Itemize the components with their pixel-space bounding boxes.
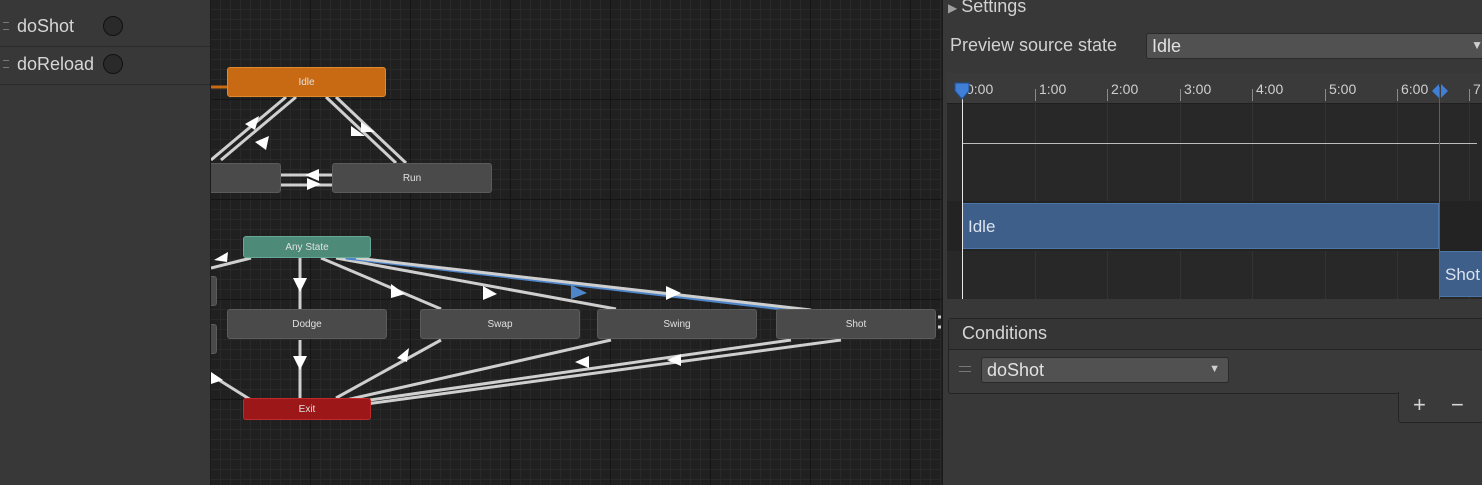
conditions-header: Conditions <box>949 319 1482 350</box>
state-node-any-state[interactable]: Any State <box>243 236 371 258</box>
state-node-run[interactable]: Run <box>332 163 492 193</box>
destination-clip-bar[interactable]: Shot <box>1439 251 1482 297</box>
chevron-down-icon: ▼ <box>1209 363 1220 375</box>
conditions-label: Conditions <box>962 323 1048 343</box>
state-node-swap[interactable]: Swap <box>420 309 580 339</box>
trigger-toggle[interactable] <box>103 16 123 36</box>
tick-label: 3:00 <box>1184 81 1212 97</box>
settings-foldout[interactable]: ▶ Settings <box>948 0 1026 17</box>
destination-clip-label: Shot <box>1445 265 1480 284</box>
state-node-walk[interactable] <box>211 163 281 193</box>
drag-handle-icon[interactable] <box>3 22 9 30</box>
parameter-row[interactable]: doShot <box>0 8 210 47</box>
source-clip-bar[interactable]: Idle <box>962 203 1439 249</box>
transition-timeline[interactable]: 0:00 1:00 2:00 3:00 4:00 5:00 6:00 7 Idl… <box>947 73 1482 299</box>
tick-label: 7 <box>1473 81 1481 97</box>
tick-label: 5:00 <box>1329 81 1357 97</box>
source-clip-label: Idle <box>968 217 996 236</box>
parameter-row[interactable]: doReload <box>0 46 210 85</box>
playhead-handle-icon[interactable] <box>954 82 970 100</box>
state-node-offscreen[interactable] <box>211 324 217 354</box>
conditions-list: Conditions doShot ▼ <box>948 318 1482 394</box>
tick-label: 0:00 <box>966 81 994 97</box>
drag-handle-icon[interactable] <box>3 60 9 68</box>
preview-source-value: Idle <box>1152 36 1182 56</box>
state-node-swing[interactable]: Swing <box>597 309 757 339</box>
condition-parameter-value: doShot <box>987 360 1045 380</box>
settings-label[interactable]: Settings <box>961 0 1026 16</box>
weight-curve <box>962 143 1477 144</box>
parameters-panel: doShot doReload <box>0 0 211 485</box>
add-condition-button[interactable]: + <box>1413 392 1426 418</box>
transition-range-handle-icon[interactable] <box>1431 83 1449 99</box>
foldout-arrow-icon[interactable]: ▶ <box>948 1 957 15</box>
playhead[interactable] <box>962 87 963 299</box>
condition-parameter-dropdown[interactable]: doShot ▼ <box>981 357 1229 383</box>
tick-label: 6:00 <box>1401 81 1429 97</box>
preview-source-label: Preview source state <box>950 35 1118 55</box>
remove-condition-button[interactable]: − <box>1451 392 1464 418</box>
conditions-footer: + − <box>1398 392 1482 423</box>
state-node-dodge[interactable]: Dodge <box>227 309 387 339</box>
state-node-shot[interactable]: Shot <box>776 309 936 339</box>
tick-label: 1:00 <box>1039 81 1067 97</box>
transition-marker-line <box>1439 87 1440 299</box>
state-node-idle[interactable]: Idle <box>227 67 386 97</box>
drag-handle-icon[interactable] <box>959 366 971 372</box>
animator-graph[interactable]: Idle Run Any State Dodge Swap Swing Shot… <box>211 0 941 485</box>
tick-label: 2:00 <box>1111 81 1139 97</box>
timeline-ruler[interactable]: 0:00 1:00 2:00 3:00 4:00 5:00 6:00 7 <box>947 73 1482 104</box>
preview-source-dropdown[interactable]: Idle ▼ <box>1146 33 1482 59</box>
tick-label: 4:00 <box>1256 81 1284 97</box>
state-node-offscreen[interactable] <box>211 276 217 306</box>
trigger-toggle[interactable] <box>103 54 123 74</box>
chevron-down-icon: ▼ <box>1471 38 1482 52</box>
state-node-exit[interactable]: Exit <box>243 398 371 420</box>
parameter-name[interactable]: doReload <box>17 54 97 75</box>
parameter-name[interactable]: doShot <box>17 16 97 37</box>
